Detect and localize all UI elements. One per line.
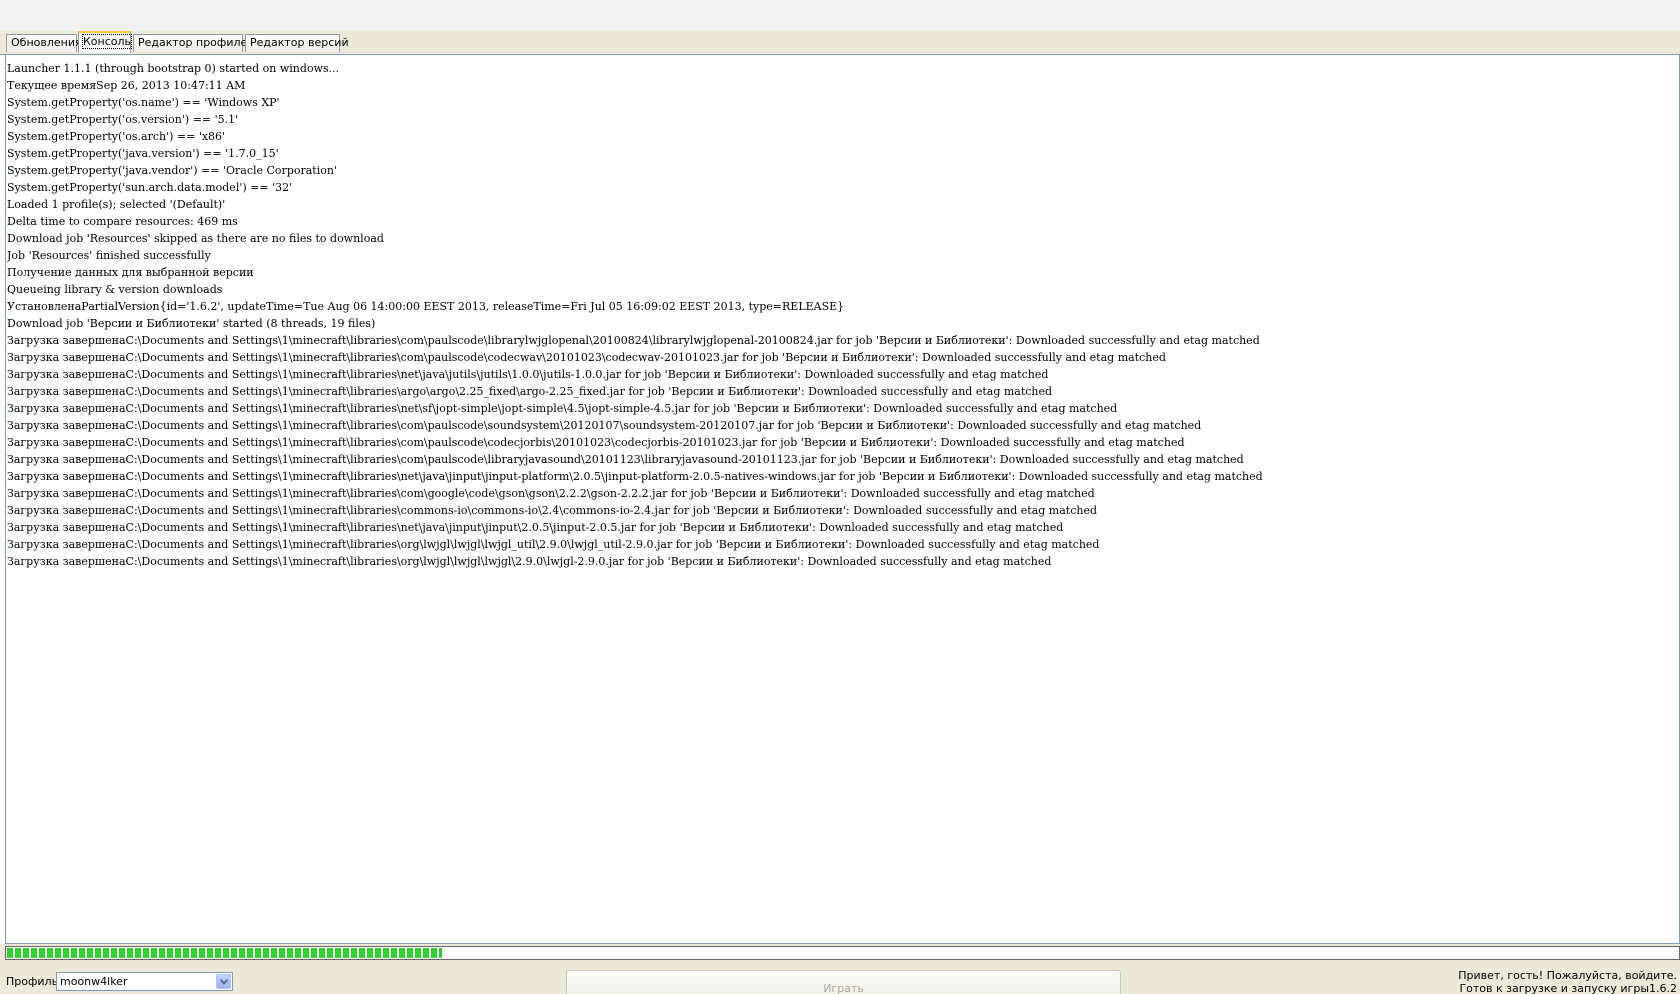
console-line: Загрузка завершенаC:\Documents and Setti… bbox=[7, 487, 1095, 500]
download-progress-bar bbox=[5, 946, 1680, 960]
console-line: УстановленаPartialVersion{id='1.6.2', up… bbox=[7, 300, 845, 313]
console-line: Загрузка завершенаC:\Documents and Setti… bbox=[7, 351, 1166, 364]
console-line: System.getProperty('sun.arch.data.model'… bbox=[7, 181, 293, 194]
console-line: Загрузка завершенаC:\Documents and Setti… bbox=[7, 436, 1185, 449]
console-line: Download job 'Версии и Библиотеки' start… bbox=[7, 317, 376, 330]
console-line: System.getProperty('os.arch') == 'x86' bbox=[7, 130, 226, 143]
console-line: Получение данных для выбранной версии bbox=[7, 266, 254, 279]
console-line: Queueing library & version downloads bbox=[7, 283, 223, 296]
tab-strip: Обновления Консоль Редактор профилей Ред… bbox=[0, 31, 1680, 55]
bottom-bar: Профиль: moonw4lker Играть Привет, гость… bbox=[0, 964, 1680, 994]
console-line: System.getProperty('java.vendor') == 'Or… bbox=[7, 164, 337, 177]
console-panel[interactable]: Launcher 1.1.1 (through bootstrap 0) sta… bbox=[5, 54, 1680, 944]
console-line: Loaded 1 profile(s); selected '(Default)… bbox=[7, 198, 226, 211]
status-greeting: Привет, гость! Пожалуйста, войдите. bbox=[1458, 969, 1677, 982]
play-button[interactable]: Играть bbox=[566, 970, 1121, 994]
profile-label: Профиль: bbox=[6, 975, 62, 988]
tab-console[interactable]: Консоль bbox=[78, 31, 133, 53]
console-line: System.getProperty('os.name') == 'Window… bbox=[7, 96, 280, 109]
console-line: Download job 'Resources' skipped as ther… bbox=[7, 232, 384, 245]
console-line: Загрузка завершенаC:\Documents and Setti… bbox=[7, 521, 1064, 534]
console-line: Загрузка завершенаC:\Documents and Setti… bbox=[7, 504, 1097, 517]
status-ready: Готов к загрузке и запуску игры1.6.2 bbox=[1459, 982, 1677, 994]
console-line: Загрузка завершенаC:\Documents and Setti… bbox=[7, 453, 1244, 466]
tab-updates-label: Обновления bbox=[11, 36, 82, 49]
tab-profile-editor[interactable]: Редактор профилей bbox=[133, 34, 254, 52]
tab-profile-editor-label: Редактор профилей bbox=[138, 36, 255, 49]
status-text: Привет, гость! Пожалуйста, войдите. Гото… bbox=[1458, 969, 1677, 994]
profile-select[interactable]: moonw4lker bbox=[56, 972, 233, 991]
console-line: Загрузка завершенаC:\Documents and Setti… bbox=[7, 419, 1202, 432]
tab-version-editor[interactable]: Редактор версий bbox=[245, 34, 349, 52]
console-line: Job 'Resources' finished successfully bbox=[7, 249, 211, 262]
console-line: Delta time to compare resources: 469 ms bbox=[7, 215, 238, 228]
chevron-down-icon[interactable] bbox=[216, 974, 231, 989]
progress-area bbox=[0, 944, 1680, 964]
console-line: Текущее времяSep 26, 2013 10:47:11 AM bbox=[7, 79, 246, 92]
console-line: Launcher 1.1.1 (through bootstrap 0) sta… bbox=[7, 62, 340, 75]
console-line: Загрузка завершенаC:\Documents and Setti… bbox=[7, 555, 1052, 568]
console-line: Загрузка завершенаC:\Documents and Setti… bbox=[7, 368, 1049, 381]
tab-updates[interactable]: Обновления bbox=[6, 34, 82, 52]
console-line: Загрузка завершенаC:\Documents and Setti… bbox=[7, 402, 1118, 415]
download-progress-fill bbox=[7, 948, 442, 958]
console-line: Загрузка завершенаC:\Documents and Setti… bbox=[7, 470, 1263, 483]
console-line: Загрузка завершенаC:\Documents and Setti… bbox=[7, 385, 1053, 398]
tab-console-label: Консоль bbox=[81, 34, 133, 49]
console-output[interactable]: Launcher 1.1.1 (through bootstrap 0) sta… bbox=[7, 60, 1679, 943]
console-line: Загрузка завершенаC:\Documents and Setti… bbox=[7, 334, 1260, 347]
tab-version-editor-label: Редактор версий bbox=[250, 36, 349, 49]
console-line: System.getProperty('java.version') == '1… bbox=[7, 147, 279, 160]
console-line: Загрузка завершенаC:\Documents and Setti… bbox=[7, 538, 1100, 551]
console-line: System.getProperty('os.version') == '5.1… bbox=[7, 113, 239, 126]
window-titlebar bbox=[0, 0, 1680, 31]
profile-select-value: moonw4lker bbox=[60, 975, 128, 988]
